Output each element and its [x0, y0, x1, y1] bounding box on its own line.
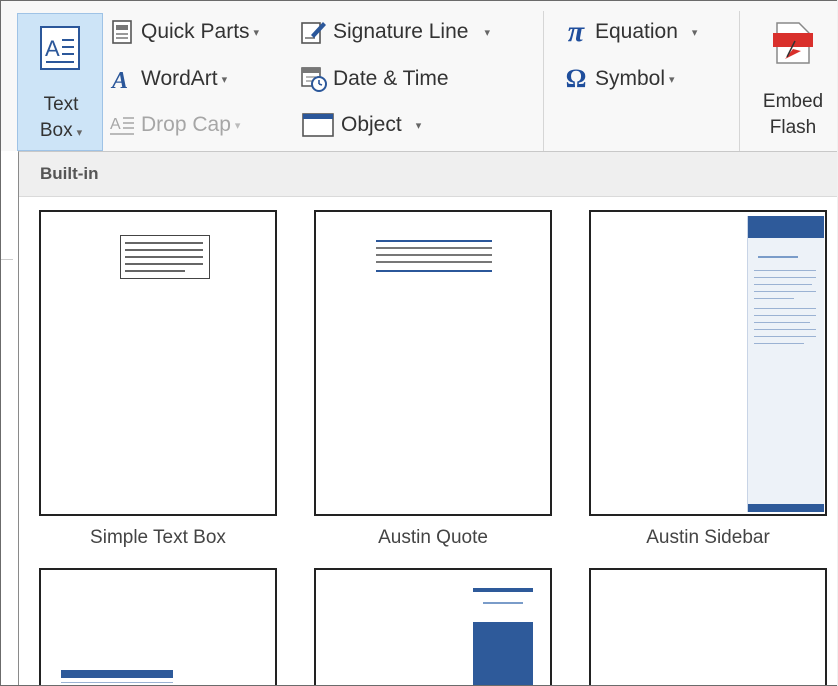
svg-text:A: A: [45, 36, 60, 61]
section-header: Built-in: [19, 152, 837, 197]
svg-text:A: A: [110, 116, 121, 133]
chevron-down-icon: ▾: [415, 119, 422, 132]
chevron-down-icon: ▾: [253, 26, 260, 39]
gallery-item-label: Simple Text Box: [90, 527, 226, 548]
gallery-item[interactable]: [589, 568, 827, 685]
gallery-item[interactable]: [314, 568, 552, 685]
signature-line-button[interactable]: Signature Line ▾: [301, 19, 490, 45]
symbol-button[interactable]: Ω Symbol ▾: [563, 64, 675, 93]
chevron-down-icon: ▾: [234, 119, 241, 132]
object-button[interactable]: Object ▾: [301, 112, 421, 138]
embed-flash-label-line1: Embed: [762, 91, 824, 112]
date-time-icon: [301, 66, 327, 92]
sidebar-preview: [471, 588, 535, 685]
wordart-button[interactable]: A WordArt ▾: [109, 66, 227, 92]
chevron-down-icon: ▾: [484, 26, 490, 39]
equation-label: Equation: [595, 20, 678, 43]
text-box-icon: A: [40, 26, 80, 70]
symbol-label: Symbol: [595, 67, 666, 90]
signature-line-icon: [301, 19, 327, 45]
ribbon: A Text Box ▾ Quick Parts ▾ A WordArt ▾ A…: [1, 1, 837, 151]
svg-text:A: A: [110, 68, 128, 91]
embed-flash-label-line2: Flash: [769, 117, 817, 138]
wordart-icon: A: [109, 66, 135, 92]
text-box-button[interactable]: A Text Box ▾: [17, 13, 103, 151]
chevron-down-icon: ▾: [669, 73, 675, 86]
text-box-label-line2: Box ▾: [39, 120, 83, 141]
wordart-label: WordArt: [141, 67, 218, 90]
chevron-down-icon: ▾: [76, 127, 83, 139]
window: A Text Box ▾ Quick Parts ▾ A WordArt ▾ A…: [0, 0, 837, 686]
quote-preview: [376, 240, 492, 274]
text-box-gallery: Built-in Simple Text Box Austin Quote Au…: [18, 151, 837, 685]
date-time-button[interactable]: Date & Time: [301, 66, 449, 92]
quick-parts-label: Quick Parts: [141, 20, 250, 43]
gallery-item-austin-sidebar[interactable]: [589, 210, 827, 516]
embed-flash-button[interactable]: Embed Flash: [749, 13, 837, 151]
embed-flash-icon: [773, 21, 813, 65]
banner-preview: [61, 670, 173, 685]
pi-icon: π: [567, 15, 585, 48]
group-divider: [543, 11, 544, 151]
text-box-label-line1: Text: [43, 94, 79, 115]
gallery-item-simple-text-box[interactable]: [39, 210, 277, 516]
equation-button[interactable]: π Equation ▾: [563, 15, 698, 48]
chevron-down-icon: ▾: [691, 26, 698, 39]
object-label: Object: [341, 113, 402, 136]
ruler-mark: [1, 259, 13, 260]
text-box-preview: [120, 235, 210, 279]
chevron-down-icon: ▾: [221, 73, 228, 86]
drop-cap-icon: A: [109, 112, 135, 138]
object-icon: [301, 112, 335, 138]
quick-parts-button[interactable]: Quick Parts ▾: [109, 19, 259, 45]
gallery-item-label: Austin Quote: [378, 527, 488, 548]
gallery-item[interactable]: [39, 568, 277, 685]
signature-line-label: Signature Line: [333, 20, 469, 43]
drop-cap-label: Drop Cap: [141, 113, 231, 136]
gallery-item-label: Austin Sidebar: [646, 527, 770, 548]
drop-cap-button[interactable]: A Drop Cap ▾: [109, 112, 240, 138]
quick-parts-icon: [109, 19, 135, 45]
gallery-item-austin-quote[interactable]: [314, 210, 552, 516]
omega-icon: Ω: [565, 64, 587, 93]
sidebar-preview: [747, 216, 824, 512]
date-time-label: Date & Time: [333, 67, 449, 90]
group-divider: [739, 11, 740, 151]
section-title: Built-in: [40, 164, 99, 183]
